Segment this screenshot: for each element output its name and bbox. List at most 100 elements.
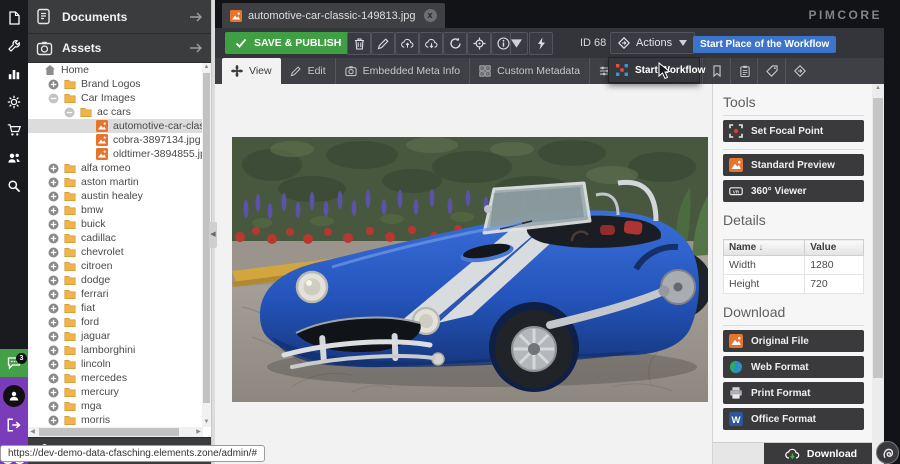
tree-row-cadillac[interactable]: cadillac: [28, 231, 203, 245]
expand-icon[interactable]: [48, 415, 59, 426]
info-button[interactable]: [491, 32, 528, 55]
trash-button[interactable]: [347, 32, 371, 55]
tree-row-austin-healey[interactable]: austin healey: [28, 189, 203, 203]
tab-clipboard[interactable]: [730, 58, 758, 84]
tree-row-car-images[interactable]: Car Images: [28, 91, 203, 105]
logout-icon[interactable]: [6, 417, 22, 433]
tree-row-automotive-car-classic-14[interactable]: automotive-car-classic-14: [28, 119, 203, 133]
cloud-down-button[interactable]: [419, 32, 443, 55]
tree-row-mga[interactable]: mga: [28, 399, 203, 413]
scrollbar-thumb[interactable]: [39, 428, 179, 436]
refresh-button[interactable]: [443, 32, 467, 55]
expand-icon[interactable]: [48, 233, 59, 244]
scroll-down-arrow[interactable]: ▼: [202, 418, 211, 427]
rail-item-search[interactable]: [0, 172, 28, 200]
tree-row-mercedes[interactable]: mercedes: [28, 371, 203, 385]
download-button[interactable]: Download: [764, 443, 878, 464]
rail-item-settings[interactable]: [0, 88, 28, 116]
scroll-left-arrow[interactable]: ◀: [28, 427, 37, 437]
set-focal-point-button[interactable]: Set Focal Point: [723, 120, 864, 142]
expand-icon[interactable]: [48, 163, 59, 174]
360-viewer-button[interactable]: VR360° Viewer: [723, 180, 864, 202]
expand-icon[interactable]: [48, 247, 59, 258]
expand-icon[interactable]: [48, 331, 59, 342]
open-document-tab[interactable]: automotive-car-classic-149813.jpg x: [222, 3, 445, 28]
tree-row-ac-cars[interactable]: ac cars: [28, 105, 203, 119]
expand-icon[interactable]: [48, 373, 59, 384]
close-tab-icon[interactable]: x: [424, 9, 437, 22]
tree-row-fiat[interactable]: fiat: [28, 301, 203, 315]
expand-icon[interactable]: [48, 79, 59, 90]
tree-row-cobra-3897134-jpg[interactable]: cobra-3897134.jpg: [28, 133, 203, 147]
tree-row-jaguar[interactable]: jaguar: [28, 329, 203, 343]
menu-item-start-workflow[interactable]: Start Workflow: [616, 64, 705, 76]
expand-icon[interactable]: [48, 275, 59, 286]
office-format-button[interactable]: WOffice Format: [723, 408, 864, 430]
tree-row-ford[interactable]: ford: [28, 315, 203, 329]
original-file-button[interactable]: Original File: [723, 330, 864, 352]
chevron-down-icon[interactable]: [510, 33, 522, 54]
expand-icon[interactable]: [48, 359, 59, 370]
assets-panel-header[interactable]: Assets: [28, 34, 211, 63]
rail-item-tools[interactable]: [0, 32, 28, 60]
expand-icon[interactable]: [48, 401, 59, 412]
scrollbar-thumb[interactable]: [873, 98, 883, 378]
user-avatar[interactable]: [3, 385, 25, 407]
tab-edit[interactable]: Edit: [281, 58, 336, 84]
expand-icon[interactable]: [48, 303, 59, 314]
tree-horizontal-scrollbar[interactable]: ◀ ▶: [28, 427, 203, 437]
tab-embedded-meta-info[interactable]: Embedded Meta Info: [336, 58, 470, 84]
tab-view[interactable]: View: [222, 58, 281, 84]
actions-dropdown-button[interactable]: Actions: [610, 32, 695, 54]
rail-item-reports[interactable]: [0, 60, 28, 88]
tab-custom-metadata[interactable]: Custom Metadata: [470, 58, 590, 84]
expand-icon[interactable]: [48, 387, 59, 398]
rail-item-documents[interactable]: [0, 4, 28, 32]
tree-row-lamborghini[interactable]: lamborghini: [28, 343, 203, 357]
collapse-icon[interactable]: [64, 107, 75, 118]
scroll-right-arrow[interactable]: ▶: [194, 427, 203, 437]
elements-corner-logo[interactable]: [876, 441, 899, 464]
tree-row-home[interactable]: Home: [28, 63, 203, 77]
chat-button[interactable]: 3: [0, 349, 28, 377]
rail-item-ecommerce[interactable]: [0, 116, 28, 144]
panel-splitter[interactable]: ◀: [212, 0, 215, 464]
tree-row-mercury[interactable]: mercury: [28, 385, 203, 399]
tree-row-oldtimer-3894855-jpg[interactable]: oldtimer-3894855.jpg: [28, 147, 203, 161]
tree-row-buick[interactable]: buick: [28, 217, 203, 231]
rail-item-users[interactable]: [0, 144, 28, 172]
expand-icon[interactable]: [48, 289, 59, 300]
pencil-button[interactable]: [371, 32, 395, 55]
tree-row-lincoln[interactable]: lincoln: [28, 357, 203, 371]
expand-icon[interactable]: [48, 317, 59, 328]
tree-row-brand-logos[interactable]: Brand Logos: [28, 77, 203, 91]
scroll-up-arrow[interactable]: ▲: [202, 63, 211, 72]
collapse-icon[interactable]: [48, 93, 59, 104]
standard-preview-button[interactable]: Standard Preview: [723, 154, 864, 176]
expand-icon[interactable]: [48, 191, 59, 202]
print-format-button[interactable]: Print Format: [723, 382, 864, 404]
target-button[interactable]: [467, 32, 491, 55]
tab-tag[interactable]: [757, 58, 785, 84]
web-format-button[interactable]: Web Format: [723, 356, 864, 378]
expand-icon[interactable]: [48, 177, 59, 188]
expand-icon[interactable]: [48, 205, 59, 216]
tab-bookmark[interactable]: [702, 58, 730, 84]
details-column-value[interactable]: Value: [805, 240, 864, 256]
tree-row-dodge[interactable]: dodge: [28, 273, 203, 287]
tree-row-alfa-romeo[interactable]: alfa romeo: [28, 161, 203, 175]
tree-row-morris[interactable]: morris: [28, 413, 203, 427]
tree-row-chevrolet[interactable]: chevrolet: [28, 245, 203, 259]
expand-icon[interactable]: [48, 345, 59, 356]
expand-icon[interactable]: [48, 261, 59, 272]
tree-row-ferrari[interactable]: ferrari: [28, 287, 203, 301]
cloud-up-button[interactable]: [395, 32, 419, 55]
collapse-panel-handle[interactable]: ◀: [209, 222, 217, 248]
sidebar-scrollbar[interactable]: ▲: [872, 84, 884, 464]
tab-workflow-diamond[interactable]: [785, 58, 813, 84]
lightning-button[interactable]: [529, 32, 553, 55]
tree-row-bmw[interactable]: bmw: [28, 203, 203, 217]
expand-icon[interactable]: [48, 219, 59, 230]
documents-panel-header[interactable]: Documents: [28, 0, 211, 34]
tree-row-citroen[interactable]: citroen: [28, 259, 203, 273]
